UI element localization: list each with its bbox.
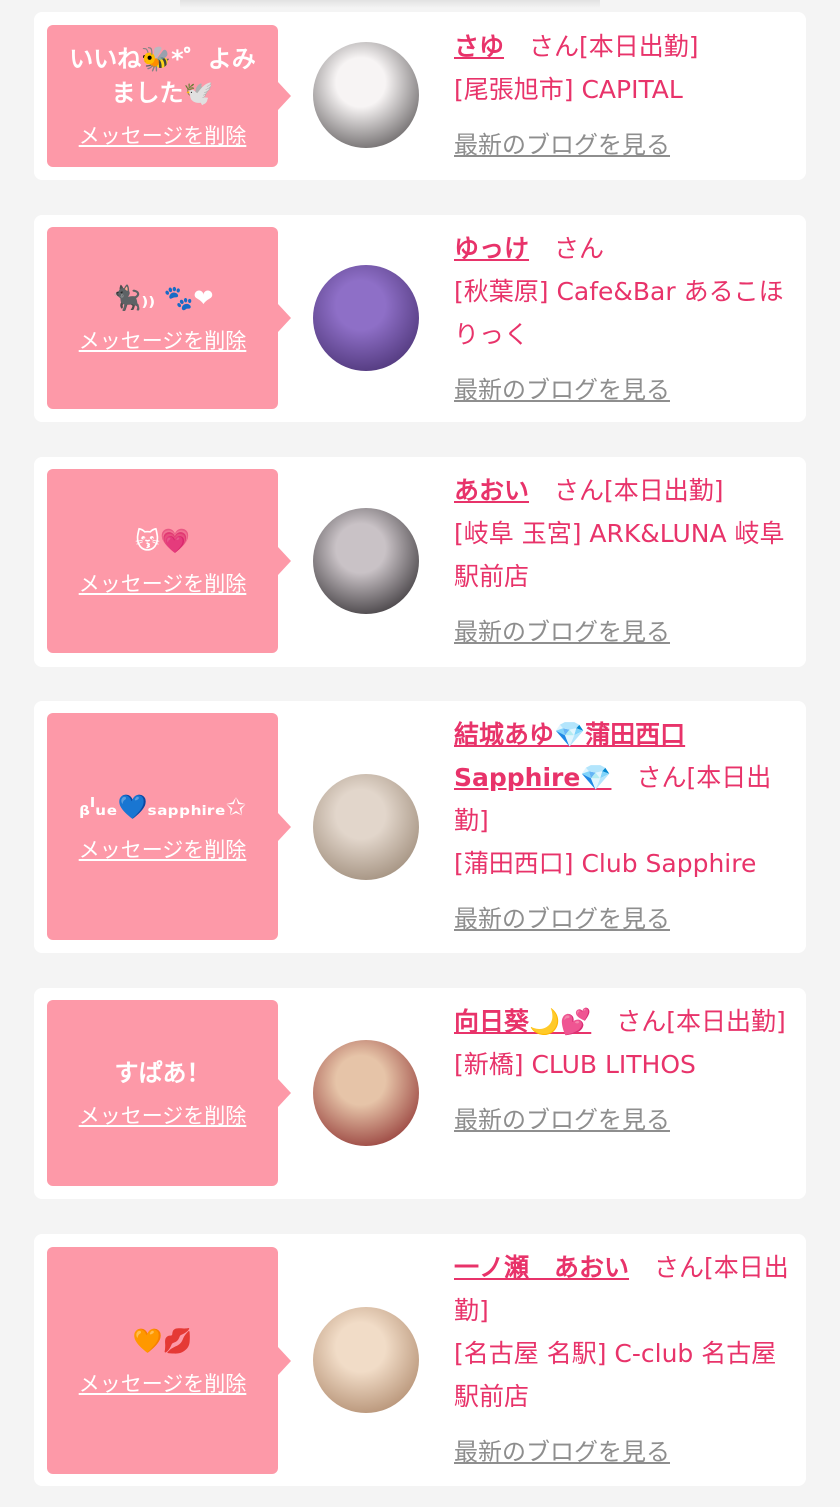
cast-name-link[interactable]: 向日葵🌙💕 <box>454 1007 591 1036</box>
cast-info: さゆ さん[本日出勤] [尾張旭市] CAPITAL 最新のブログを見る <box>454 25 790 167</box>
message-text: 😽💗 <box>135 527 190 555</box>
cast-info: 向日葵🌙💕 さん[本日出勤] [新橋] CLUB LITHOS 最新のブログを見… <box>454 1000 790 1142</box>
message-bubble: いいね🐝*゜よみました🕊️ メッセージを削除 <box>47 25 291 167</box>
message-bubble: 😽💗 メッセージを削除 <box>47 469 291 653</box>
shop-text: [蒲田西口] Club Sapphire <box>454 849 757 878</box>
avatar[interactable] <box>313 1307 419 1413</box>
avatar[interactable] <box>313 42 419 148</box>
message-bubble: すぱあ！ メッセージを削除 <box>47 1000 291 1186</box>
message-text: 🐈‍⬛₎₎ 🐾❤ <box>111 284 214 312</box>
avatar[interactable] <box>313 265 419 371</box>
cast-info: 一ノ瀬 あおい さん[本日出勤] [名古屋 名駅] C-club 名古屋駅前店 … <box>454 1246 790 1474</box>
latest-blog-link[interactable]: 最新のブログを見る <box>454 618 670 646</box>
honorific: さん <box>529 234 605 263</box>
cast-name-link[interactable]: 一ノ瀬 あおい <box>454 1253 629 1282</box>
avatar[interactable] <box>313 774 419 880</box>
shop-text: [名古屋 名駅] C-club 名古屋駅前店 <box>454 1339 777 1411</box>
status-text: [本日出勤] <box>604 476 724 505</box>
top-shadow <box>180 0 600 8</box>
cast-info: ゆっけ さん [秋葉原] Cafe&Bar あるこほりっく 最新のブログを見る <box>454 227 790 412</box>
cast-name-link[interactable]: さゆ <box>454 32 504 61</box>
delete-message-link[interactable]: メッセージを削除 <box>79 120 247 150</box>
message-card: 🐈‍⬛₎₎ 🐾❤ メッセージを削除 ゆっけ さん [秋葉原] Cafe&Bar … <box>34 215 806 422</box>
honorific: さん <box>611 763 687 792</box>
avatar[interactable] <box>313 1040 419 1146</box>
status-text: [本日出勤] <box>666 1007 786 1036</box>
message-bubble: 🧡💋 メッセージを削除 <box>47 1247 291 1474</box>
latest-blog-link[interactable]: 最新のブログを見る <box>454 1438 670 1466</box>
cast-name-link[interactable]: あおい <box>454 476 529 505</box>
delete-message-link[interactable]: メッセージを削除 <box>79 568 247 598</box>
message-text: すぱあ！ <box>114 1059 211 1087</box>
cast-info: 結城あゆ💎蒲田西口Sapphire💎 さん[本日出勤] [蒲田西口] Club … <box>454 713 790 941</box>
cast-name-link[interactable]: ゆっけ <box>454 234 529 263</box>
delete-message-link[interactable]: メッセージを削除 <box>79 1100 247 1130</box>
shop-text: [秋葉原] Cafe&Bar あるこほりっく <box>454 277 784 349</box>
message-text: 🧡💋 <box>132 1326 193 1355</box>
latest-blog-link[interactable]: 最新のブログを見る <box>454 131 670 159</box>
message-bubble: 🐈‍⬛₎₎ 🐾❤ メッセージを削除 <box>47 227 291 409</box>
latest-blog-link[interactable]: 最新のブログを見る <box>454 905 670 933</box>
delete-message-link[interactable]: メッセージを削除 <box>79 1368 247 1398</box>
latest-blog-link[interactable]: 最新のブログを見る <box>454 376 670 404</box>
honorific: さん <box>629 1253 705 1282</box>
cast-info: あおい さん[本日出勤] [岐阜 玉宮] ARK&LUNA 岐阜駅前店 最新のブ… <box>454 469 790 654</box>
delete-message-link[interactable]: メッセージを削除 <box>79 325 247 355</box>
message-card: すぱあ！ メッセージを削除 向日葵🌙💕 さん[本日出勤] [新橋] CLUB L… <box>34 988 806 1199</box>
message-card: 🧡💋 メッセージを削除 一ノ瀬 あおい さん[本日出勤] [名古屋 名駅] C-… <box>34 1234 806 1486</box>
latest-blog-link[interactable]: 最新のブログを見る <box>454 1106 670 1134</box>
message-card: いいね🐝*゜よみました🕊️ メッセージを削除 さゆ さん[本日出勤] [尾張旭市… <box>34 12 806 180</box>
shop-text: [新橋] CLUB LITHOS <box>454 1050 696 1079</box>
status-text: [本日出勤] <box>579 32 699 61</box>
message-bubble: ᵦˡᵤₑ💙ₛₐₚₚₕᵢᵣₑ✩ メッセージを削除 <box>47 713 291 940</box>
message-text: いいね🐝*゜よみました🕊️ <box>69 45 256 107</box>
honorific: さん <box>591 1007 667 1036</box>
shop-text: [岐阜 玉宮] ARK&LUNA 岐阜駅前店 <box>454 519 785 591</box>
delete-message-link[interactable]: メッセージを削除 <box>79 834 247 864</box>
honorific: さん <box>504 32 580 61</box>
message-card: ᵦˡᵤₑ💙ₛₐₚₚₕᵢᵣₑ✩ メッセージを削除 結城あゆ💎蒲田西口Sapphir… <box>34 701 806 953</box>
honorific: さん <box>529 476 605 505</box>
avatar[interactable] <box>313 508 419 614</box>
message-card: 😽💗 メッセージを削除 あおい さん[本日出勤] [岐阜 玉宮] ARK&LUN… <box>34 457 806 667</box>
shop-text: [尾張旭市] CAPITAL <box>454 75 683 104</box>
message-text: ᵦˡᵤₑ💙ₛₐₚₚₕᵢᵣₑ✩ <box>79 792 246 821</box>
